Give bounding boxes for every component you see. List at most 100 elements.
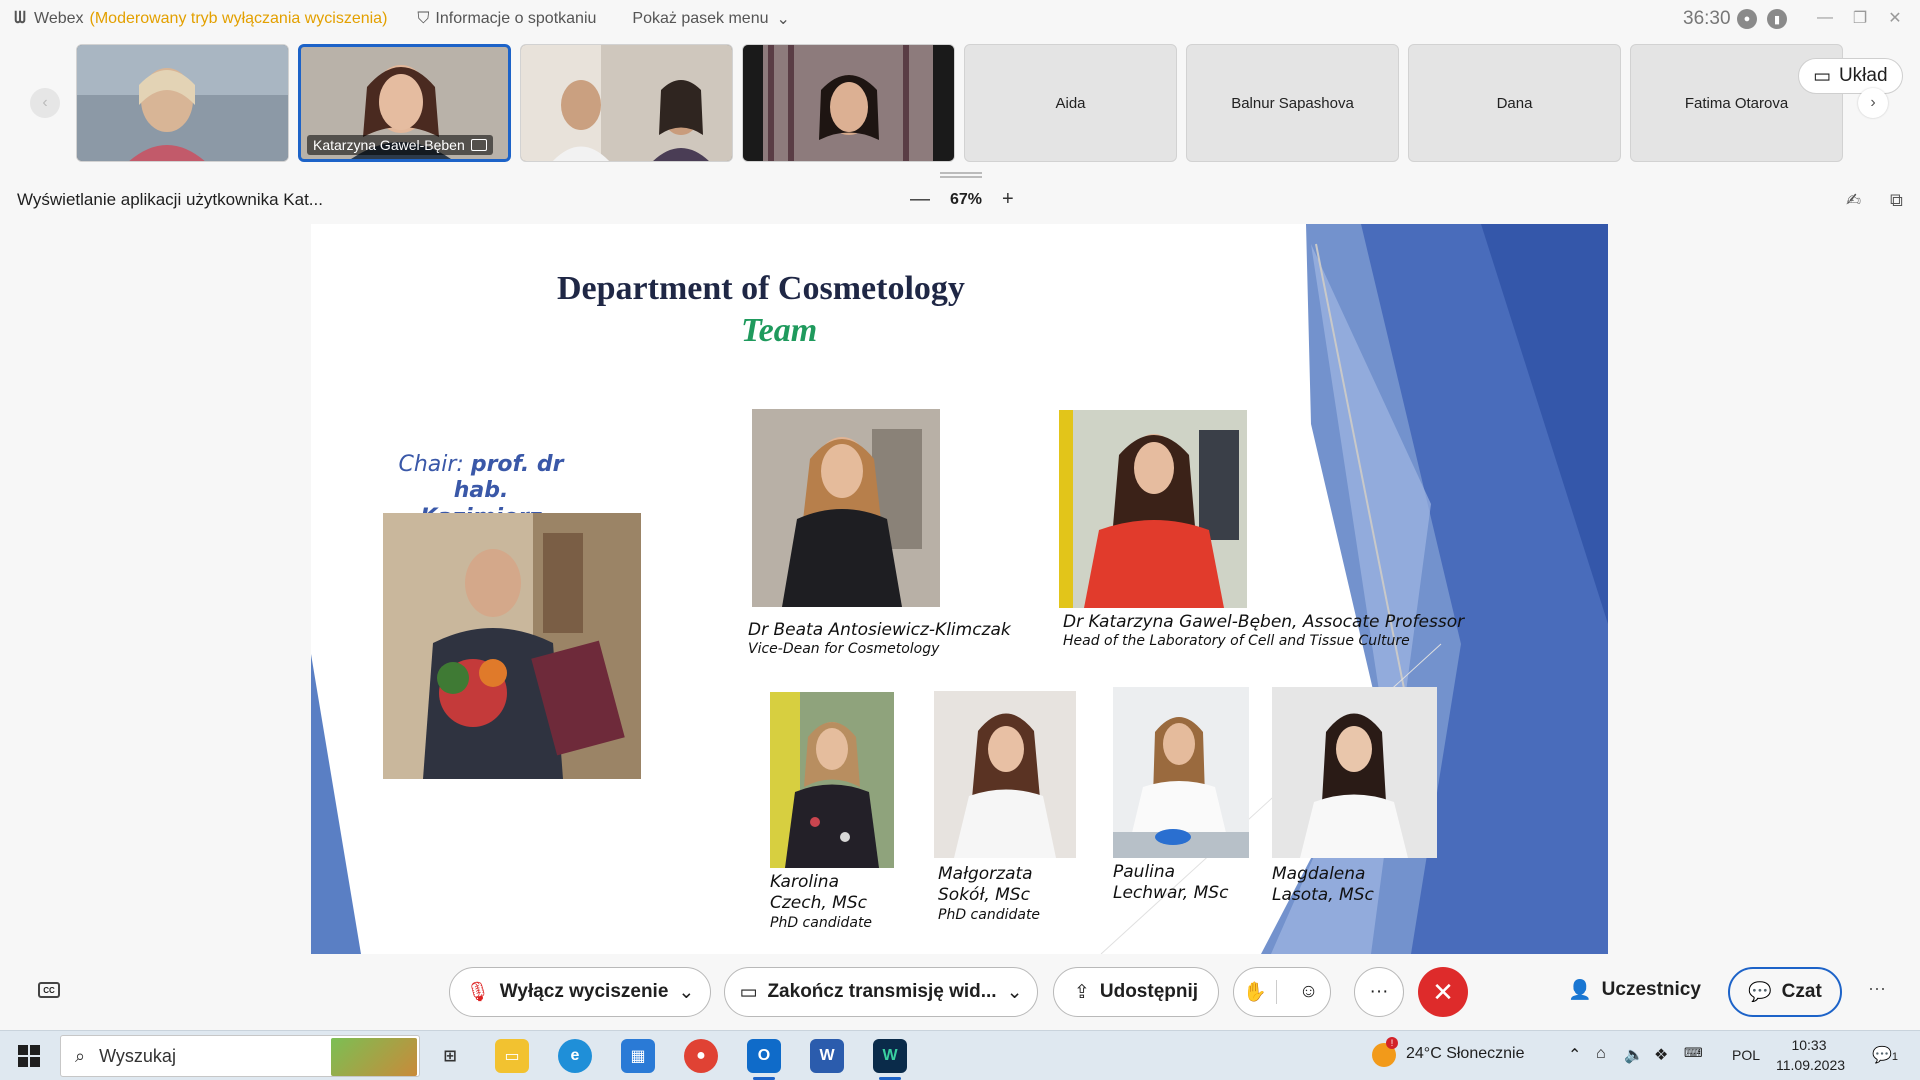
participant-tile[interactable]: Dana	[1408, 44, 1621, 162]
zoom-control: — 67% +	[910, 188, 1014, 211]
layout-icon: ▭	[1813, 65, 1831, 87]
unmute-button[interactable]: 🎙 Wyłącz wyciszenie ⌄	[449, 967, 711, 1017]
raise-hand-icon[interactable]: ✋	[1234, 980, 1278, 1004]
strip-next-button[interactable]: ›	[1858, 88, 1888, 118]
task-view-icon[interactable]: ⊞	[433, 1039, 467, 1073]
search-icon: ⌕	[75, 1045, 86, 1066]
chat-bubble-icon: 💬	[1748, 982, 1772, 1003]
zoom-out-button[interactable]: —	[910, 188, 930, 211]
more-options-button[interactable]: ···	[1354, 967, 1404, 1017]
windows-start-icon[interactable]	[18, 1045, 40, 1067]
participant-tile[interactable]: Balnur Sapashova	[1186, 44, 1399, 162]
zoom-level: 67%	[950, 190, 983, 208]
clock[interactable]: 10:33 11.09.2023	[1776, 1035, 1845, 1075]
participant-tile-active[interactable]: Katarzyna Gawel-Bęben	[298, 44, 511, 162]
keyboard-icon[interactable]: ⌨	[1684, 1045, 1703, 1061]
member-photo	[752, 409, 940, 607]
chevron-down-icon: ⌄	[678, 981, 695, 1003]
store-icon[interactable]: ▦	[621, 1039, 655, 1073]
member-caption: Magdalena Lasota, MSc	[1272, 864, 1374, 906]
viewing-share-label: Wyświetlanie aplikacji użytkownika Kat..…	[17, 190, 323, 209]
member-photo	[934, 691, 1076, 858]
stop-video-button[interactable]: ▭ Zakończ transmisję wid... ⌄	[724, 967, 1038, 1017]
chevron-down-icon: ⌄	[1006, 981, 1023, 1003]
member-caption: Karolina Czech, MSc PhD candidate	[770, 872, 873, 931]
weather-alert-badge: !	[1386, 1037, 1398, 1049]
show-menu-bar-button[interactable]: Pokaż pasek menu ⌄	[632, 9, 789, 29]
member-caption: Dr Beata Antosiewicz-Klimczak Vice-Dean …	[748, 620, 1011, 658]
zoom-in-button[interactable]: +	[1002, 188, 1014, 211]
video-camera-icon: ▭	[739, 981, 758, 1003]
edge-icon[interactable]: e	[558, 1039, 592, 1073]
meeting-mode-label: (Moderowany tryb wyłączania wyciszenia)	[89, 10, 388, 27]
member-photo	[770, 692, 894, 868]
shield-icon: ⛉	[417, 10, 430, 27]
close-icon: ✕	[1432, 976, 1454, 1007]
dropbox-icon[interactable]: ❖	[1654, 1045, 1668, 1065]
chrome-icon[interactable]: ●	[684, 1039, 718, 1073]
webex-logo-icon: ᗯ	[14, 10, 26, 27]
stats-icon[interactable]: ▮	[1767, 9, 1787, 29]
captions-icon[interactable]: CC	[38, 982, 60, 998]
shared-content-area: Department of Cosmetology Team Chair: pr…	[0, 224, 1920, 954]
language-indicator[interactable]: POL	[1732, 1047, 1760, 1063]
participant-tile[interactable]	[742, 44, 955, 162]
member-photo	[1272, 687, 1437, 858]
search-highlight-image	[331, 1038, 417, 1076]
member-caption: Małgorzata Sokół, MSc PhD candidate	[938, 864, 1041, 923]
person-icon: 👤	[1568, 980, 1592, 1001]
file-explorer-icon[interactable]: ▭	[495, 1039, 529, 1073]
participant-name-tag: Katarzyna Gawel-Bęben	[307, 135, 493, 155]
webex-icon[interactable]: W	[873, 1039, 907, 1080]
screen-share-icon	[470, 139, 487, 151]
participant-tile[interactable]	[76, 44, 289, 162]
slide-title: Department of Cosmetology	[557, 270, 965, 307]
share-screen-icon: ⇪	[1073, 981, 1090, 1003]
shared-slide: Department of Cosmetology Team Chair: pr…	[311, 224, 1608, 954]
minimize-icon[interactable]: —	[1810, 6, 1840, 30]
outlook-icon[interactable]: O	[747, 1039, 781, 1080]
meeting-controls: CC 🎙 Wyłącz wyciszenie ⌄ ▭ Zakończ trans…	[0, 956, 1920, 1028]
participants-button[interactable]: 👤 Uczestnicy	[1568, 978, 1701, 1002]
title-bar: ᗯ Webex (Moderowany tryb wyłączania wyci…	[0, 0, 1920, 38]
layout-button[interactable]: ▭ Układ	[1798, 58, 1903, 94]
participant-tile[interactable]	[520, 44, 733, 162]
restore-icon[interactable]: ❐	[1845, 6, 1875, 30]
member-caption: Dr Katarzyna Gawel-Bęben, Assocate Profe…	[1063, 612, 1465, 650]
windows-taskbar: ⌕ Wyszukaj ⊞ ▭ e ▦ ● O W W ! 24°C Słonec…	[0, 1030, 1920, 1080]
chat-button[interactable]: 💬 Czat	[1728, 967, 1842, 1017]
close-icon[interactable]: ✕	[1880, 6, 1910, 30]
meeting-info-button[interactable]: ⛉ Informacje o spotkaniu	[417, 10, 596, 28]
notification-icon[interactable]: 💬1	[1872, 1045, 1898, 1065]
share-button[interactable]: ⇪ Udostępnij	[1053, 967, 1219, 1017]
weather-text[interactable]: 24°C Słonecznie	[1406, 1045, 1524, 1063]
annotate-icon[interactable]: ✍	[1846, 190, 1861, 211]
member-photo	[1059, 410, 1247, 608]
participant-video	[77, 45, 288, 161]
participant-video	[521, 45, 732, 161]
pop-out-icon[interactable]: ⧉	[1890, 190, 1903, 211]
more-panels-button[interactable]: ···	[1868, 978, 1886, 999]
connection-icon[interactable]: ●	[1737, 9, 1757, 29]
volume-icon[interactable]: 🔈	[1624, 1045, 1644, 1065]
member-photo	[1113, 687, 1249, 858]
reactions-group: ✋ ☺	[1233, 967, 1331, 1017]
chair-photo	[383, 513, 641, 779]
resize-handle[interactable]	[940, 172, 982, 178]
participants-strip: ‹ Katarzyna Gawel-Bęben Aida Balnur Sapa…	[0, 38, 1920, 166]
taskbar-search[interactable]: ⌕ Wyszukaj	[60, 1035, 420, 1077]
participant-video	[743, 45, 954, 161]
share-header: Wyświetlanie aplikacji użytkownika Kat..…	[0, 172, 1920, 224]
chevron-up-icon[interactable]: ⌃	[1568, 1045, 1581, 1065]
mic-muted-icon: 🎙	[465, 982, 490, 1003]
chevron-down-icon: ⌄	[776, 11, 790, 28]
slide-subtitle: Team	[741, 312, 818, 349]
member-caption: Paulina Lechwar, MSc	[1113, 862, 1229, 904]
participant-tile[interactable]: Aida	[964, 44, 1177, 162]
network-icon[interactable]: ⌂	[1596, 1045, 1606, 1063]
meeting-timer: 36:30	[1683, 8, 1731, 29]
strip-prev-button[interactable]: ‹	[30, 88, 60, 118]
word-icon[interactable]: W	[810, 1039, 844, 1073]
reactions-icon[interactable]: ☺	[1287, 981, 1330, 1003]
leave-meeting-button[interactable]: ✕	[1418, 967, 1468, 1017]
